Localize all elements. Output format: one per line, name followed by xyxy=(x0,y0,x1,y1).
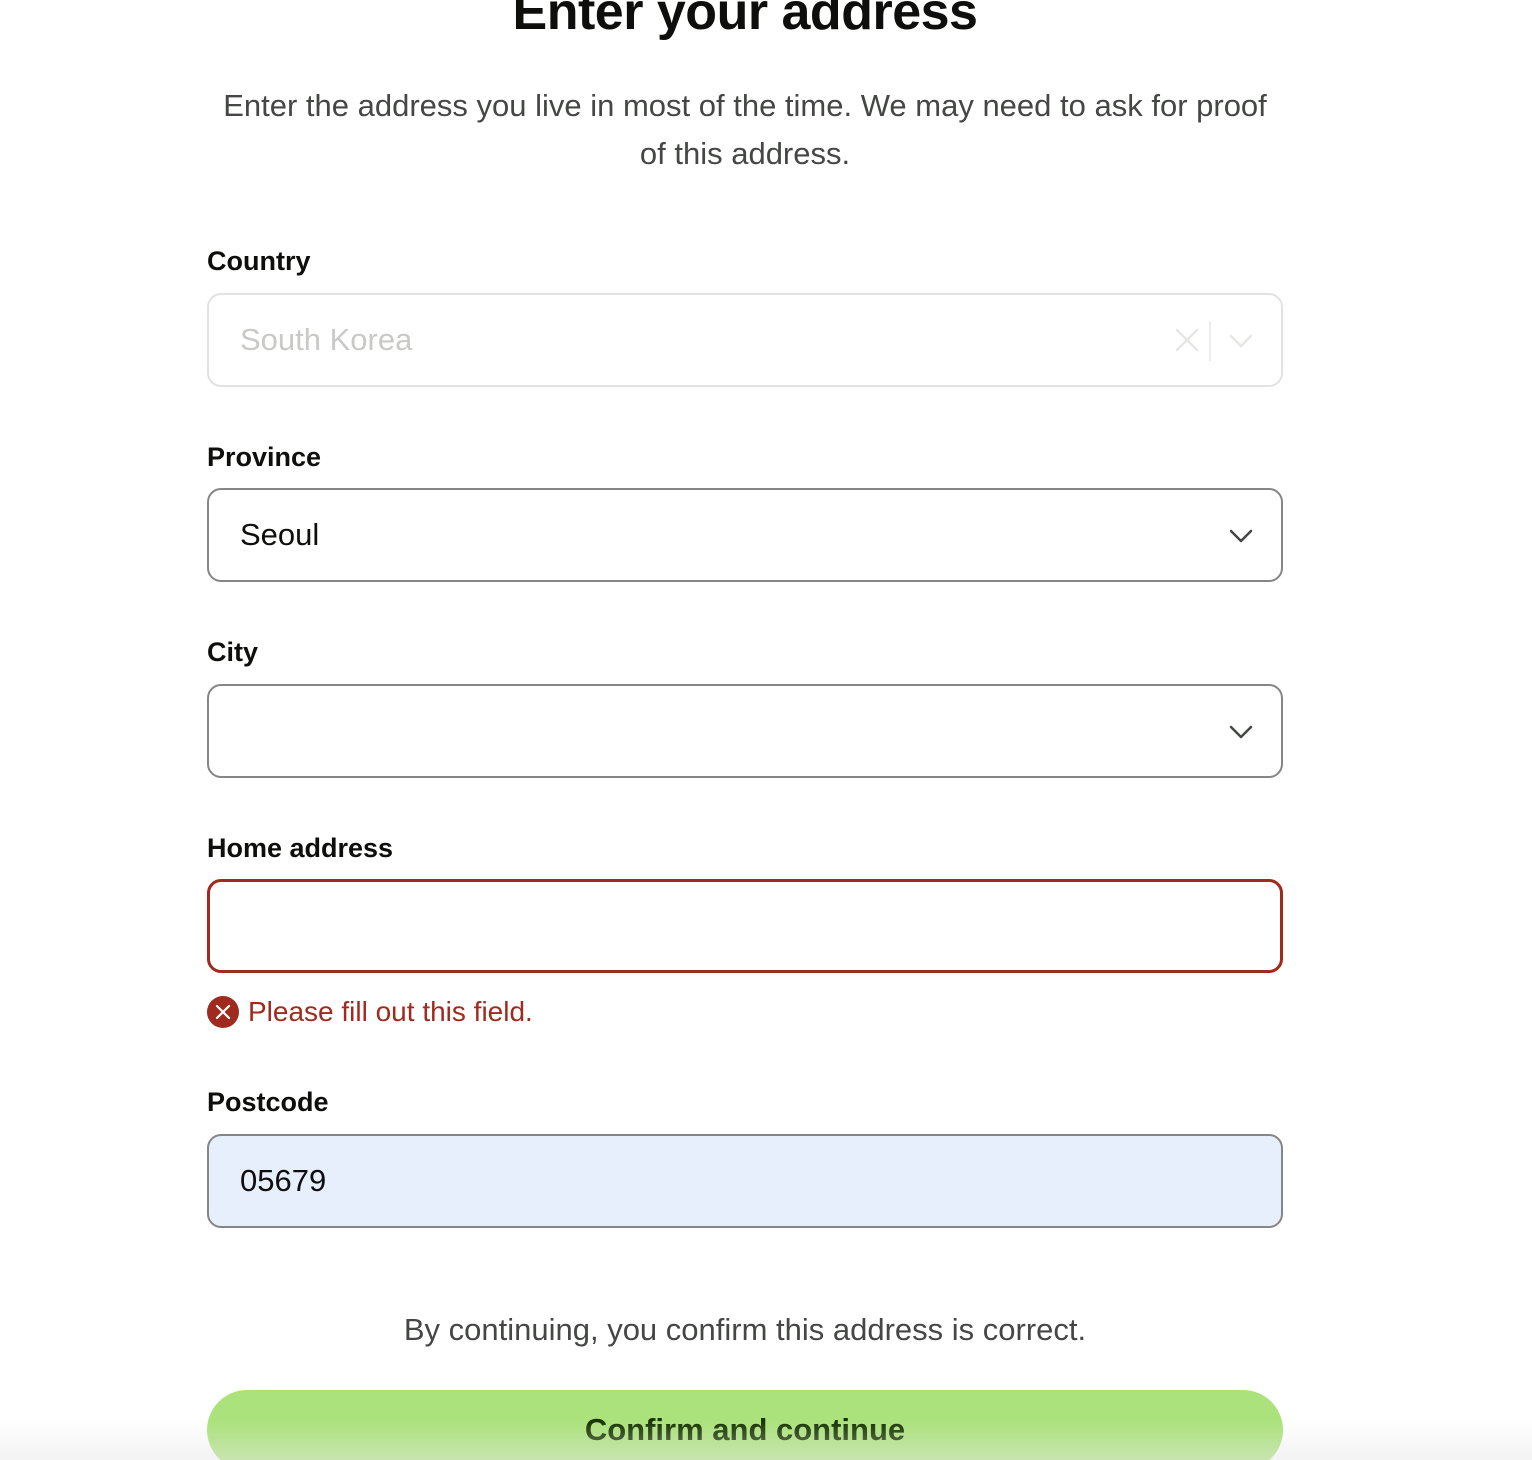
country-label: Country xyxy=(207,246,311,276)
chevron-down-icon xyxy=(1229,725,1253,739)
error-message: Please fill out this field. xyxy=(248,996,533,1027)
address-form-page: Enter your address Enter the address you… xyxy=(0,0,1532,1460)
home-address-label: Home address xyxy=(207,833,394,863)
error-circle-icon xyxy=(207,996,239,1028)
home-address-input[interactable] xyxy=(207,879,1283,973)
city-select[interactable] xyxy=(207,684,1283,778)
country-value: South Korea xyxy=(240,322,413,357)
province-value: Seoul xyxy=(240,517,320,552)
province-label: Province xyxy=(207,442,322,472)
select-divider xyxy=(1209,321,1211,361)
city-label: City xyxy=(207,637,259,667)
home-address-error: Please fill out this field. xyxy=(207,995,533,1029)
page-title: Enter your address xyxy=(512,0,978,41)
postcode-value: 05679 xyxy=(240,1163,327,1198)
chevron-down-icon xyxy=(1229,529,1253,543)
province-select[interactable]: Seoul xyxy=(207,488,1283,582)
confirm-and-continue-button[interactable]: Confirm and continue xyxy=(207,1390,1283,1460)
close-icon xyxy=(1175,328,1199,352)
confirmation-note: By continuing, you confirm this address … xyxy=(403,1312,1087,1347)
country-select: South Korea xyxy=(207,293,1283,387)
chevron-down-icon xyxy=(1229,334,1253,348)
postcode-input[interactable]: 05679 xyxy=(207,1134,1283,1228)
page-subtitle: Enter the address you live in most of th… xyxy=(223,88,1267,171)
postcode-label: Postcode xyxy=(207,1087,329,1117)
